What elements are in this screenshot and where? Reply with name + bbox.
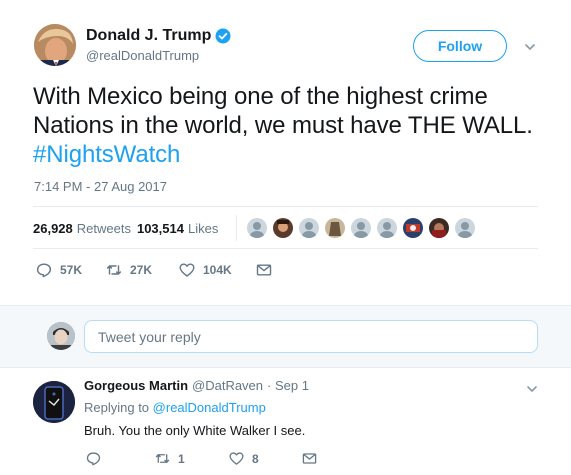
reply-retweet-action[interactable]: 1 xyxy=(155,451,229,466)
tweet-stats: 26,928 Retweets 103,514 Likes xyxy=(33,213,481,243)
divider xyxy=(33,206,538,207)
replying-to-line: Replying to @realDonaldTrump xyxy=(84,400,266,415)
main-tweet: Donald J. Trump @realDonaldTrump Follow … xyxy=(0,0,571,305)
stats-separator xyxy=(236,215,238,241)
verified-badge-icon xyxy=(215,28,231,44)
heart-icon xyxy=(179,263,195,277)
reply-like-count: 8 xyxy=(252,451,259,466)
reply-composer xyxy=(0,305,571,368)
likers-avatars xyxy=(247,218,481,238)
replying-to-mention[interactable]: @realDonaldTrump xyxy=(153,400,266,415)
retweets-label: Retweets xyxy=(76,220,131,236)
reply-retweet-count: 1 xyxy=(178,451,185,466)
direct-message-action[interactable] xyxy=(256,262,280,278)
liker-avatar[interactable] xyxy=(247,218,268,238)
reply-header: Gorgeous Martin @DatRaven · Sep 1 xyxy=(84,378,309,393)
reply-author-name[interactable]: Gorgeous Martin xyxy=(84,378,188,393)
liker-avatar[interactable] xyxy=(351,218,372,238)
tweet-text-body: With Mexico being one of the highest cri… xyxy=(33,83,533,139)
author-avatar[interactable] xyxy=(34,24,76,66)
tweet-timestamp[interactable]: 7:14 PM - 27 Aug 2017 xyxy=(34,179,167,194)
envelope-icon xyxy=(302,453,317,464)
reply-action[interactable]: 57K xyxy=(36,262,106,278)
liker-avatar[interactable] xyxy=(273,218,294,238)
heart-icon xyxy=(229,452,244,465)
chevron-down-icon[interactable] xyxy=(523,40,537,54)
retweets-stat[interactable]: 26,928 Retweets xyxy=(33,221,131,236)
likes-label: Likes xyxy=(187,220,219,236)
likes-count: 103,514 xyxy=(136,220,184,236)
divider xyxy=(33,248,538,249)
retweet-count: 27K xyxy=(130,263,153,277)
reply-author-handle[interactable]: @DatRaven xyxy=(192,378,263,393)
chevron-down-icon[interactable] xyxy=(525,382,539,396)
author-handle[interactable]: @realDonaldTrump xyxy=(86,48,199,63)
like-count: 104K xyxy=(203,263,232,277)
liker-avatar[interactable] xyxy=(299,218,320,238)
retweet-action[interactable]: 27K xyxy=(106,262,179,278)
reply-tweet: Gorgeous Martin @DatRaven · Sep 1 Replyi… xyxy=(0,369,571,475)
reply-author-avatar[interactable] xyxy=(33,381,75,423)
reply-icon xyxy=(36,263,52,278)
reply-count: 57K xyxy=(60,263,83,277)
liker-avatar[interactable] xyxy=(325,218,346,238)
like-action[interactable]: 104K xyxy=(179,262,256,278)
tweet-hashtag-link[interactable]: #NightsWatch xyxy=(33,141,180,168)
tweet-text: With Mexico being one of the highest cri… xyxy=(33,82,533,169)
tweet-actions: 57K 27K 104K xyxy=(36,262,280,278)
likes-stat[interactable]: 103,514 Likes xyxy=(137,221,218,236)
reply-like-action[interactable]: 8 xyxy=(229,451,302,466)
author-name[interactable]: Donald J. Trump xyxy=(86,27,231,45)
retweet-icon xyxy=(155,454,170,463)
reply-input[interactable] xyxy=(84,320,538,353)
liker-avatar[interactable] xyxy=(403,218,424,238)
author-name-text[interactable]: Donald J. Trump xyxy=(86,27,211,45)
retweet-icon xyxy=(106,265,122,275)
reply-direct-message-action[interactable] xyxy=(302,451,325,466)
follow-button[interactable]: Follow xyxy=(413,30,507,62)
reply-icon xyxy=(86,452,101,466)
liker-avatar[interactable] xyxy=(377,218,398,238)
reply-text: Bruh. You the only White Walker I see. xyxy=(84,423,306,438)
reply-reply-action[interactable] xyxy=(86,451,155,466)
liker-avatar[interactable] xyxy=(455,218,476,238)
replying-to-prefix: Replying to xyxy=(84,400,150,415)
reply-date[interactable]: · Sep 1 xyxy=(267,378,309,393)
liker-avatar[interactable] xyxy=(429,218,450,238)
retweets-count: 26,928 xyxy=(33,220,73,236)
current-user-avatar[interactable] xyxy=(47,322,75,350)
reply-actions: 1 8 xyxy=(86,451,325,466)
envelope-icon xyxy=(256,264,272,276)
